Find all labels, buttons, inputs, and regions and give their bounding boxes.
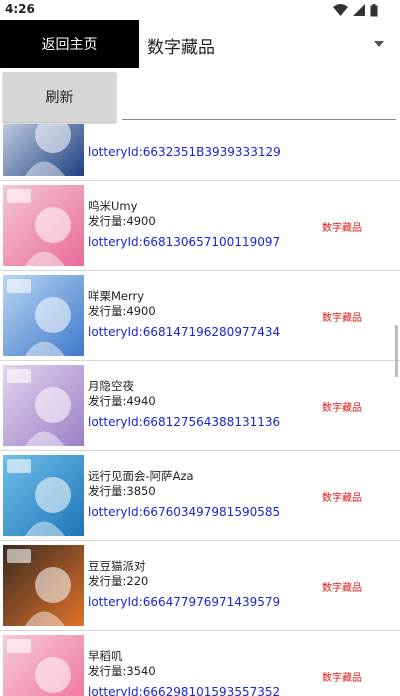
item-title: 呜米Umy bbox=[88, 199, 138, 213]
wifi-icon bbox=[333, 4, 348, 16]
scrollbar[interactable] bbox=[395, 325, 398, 377]
item-issue-count: 发行量:220 bbox=[88, 574, 149, 588]
item-title: 咩栗Merry bbox=[88, 289, 145, 303]
item-category-tag: 数字藏品 bbox=[322, 313, 362, 324]
list-item[interactable]: 远行见面会-阿萨Aza 发行量:3850 lotteryId:667603497… bbox=[0, 451, 400, 541]
item-lottery-id: lotteryId:666477976971439579 bbox=[88, 595, 281, 609]
item-category-tag: 数字藏品 bbox=[322, 403, 362, 414]
list-item[interactable]: 早稻叽 发行量:3540 lotteryId:66629810159355735… bbox=[0, 631, 400, 696]
category-dropdown[interactable]: 数字藏品 bbox=[139, 20, 400, 68]
item-thumbnail bbox=[3, 365, 84, 446]
item-category-tag: 数字藏品 bbox=[322, 583, 362, 594]
item-issue-count bbox=[88, 124, 278, 138]
item-title: 远行见面会-阿萨Aza bbox=[88, 469, 194, 483]
status-bar: 4:26 bbox=[0, 0, 400, 20]
item-lottery-id: lotteryId:6632351B3939333129 bbox=[88, 145, 281, 159]
refresh-button[interactable]: 刷新 bbox=[3, 72, 116, 122]
item-thumbnail bbox=[3, 545, 84, 626]
list-item[interactable]: 月隐空夜 发行量:4940 lotteryId:6681275643881311… bbox=[0, 361, 400, 451]
list-item[interactable]: 呜米Umy 发行量:4900 lotteryId:668130657100119… bbox=[0, 181, 400, 271]
item-title: 早稻叽 bbox=[88, 649, 123, 663]
status-icons bbox=[333, 3, 378, 17]
list-item[interactable]: 咩栗Merry 发行量:4900 lotteryId:6681471962809… bbox=[0, 271, 400, 361]
chevron-down-icon bbox=[374, 41, 384, 47]
item-category-tag: 数字藏品 bbox=[322, 223, 362, 234]
item-title: 豆豆猫派对 bbox=[88, 559, 146, 573]
item-category-tag: 数字藏品 bbox=[322, 673, 362, 684]
item-lottery-id: lotteryId:667603497981590585 bbox=[88, 505, 281, 519]
item-category-tag: 数字藏品 bbox=[322, 493, 362, 504]
item-lottery-id: lotteryId:668130657100119097 bbox=[88, 235, 281, 249]
item-issue-count: 发行量:3850 bbox=[88, 484, 156, 498]
back-home-button[interactable]: 返回主页 bbox=[0, 20, 139, 68]
item-issue-count: 发行量:4900 bbox=[88, 304, 156, 318]
signal-icon bbox=[353, 4, 365, 16]
list-item[interactable]: lotteryId:6632351B3939333129 bbox=[0, 124, 400, 181]
item-thumbnail bbox=[3, 124, 84, 176]
item-lottery-id: lotteryId:668147196280977434 bbox=[88, 325, 281, 339]
item-issue-count: 发行量:3540 bbox=[88, 664, 156, 678]
battery-icon bbox=[370, 3, 378, 17]
search-input[interactable] bbox=[122, 72, 396, 120]
item-thumbnail bbox=[3, 455, 84, 536]
item-thumbnail bbox=[3, 275, 84, 356]
item-issue-count: 发行量:4940 bbox=[88, 394, 156, 408]
item-issue-count: 发行量:4900 bbox=[88, 214, 156, 228]
category-selected-value: 数字藏品 bbox=[147, 38, 215, 58]
collectible-list[interactable]: lotteryId:6632351B3939333129 呜米Umy 发行量:4… bbox=[0, 124, 400, 696]
item-thumbnail bbox=[3, 185, 84, 266]
item-thumbnail bbox=[3, 635, 84, 696]
item-title: 月隐空夜 bbox=[88, 379, 134, 393]
list-item[interactable]: 豆豆猫派对 发行量:220 lotteryId:6664779769714395… bbox=[0, 541, 400, 631]
item-lottery-id: lotteryId:668127564388131136 bbox=[88, 415, 281, 429]
item-lottery-id: lotteryId:666298101593557352 bbox=[88, 685, 281, 696]
status-time: 4:26 bbox=[5, 2, 35, 16]
